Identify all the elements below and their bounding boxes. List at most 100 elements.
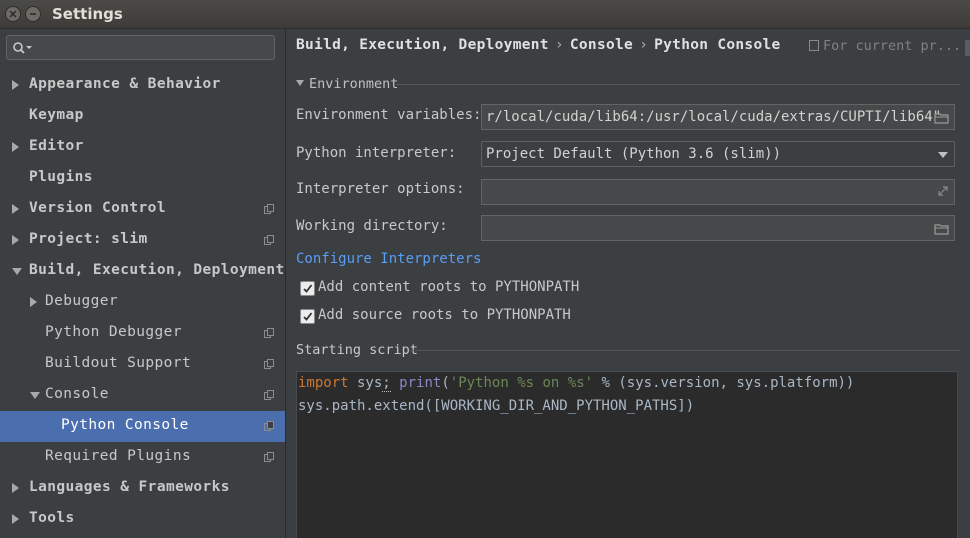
code-string: 'Python %s on %s' bbox=[449, 375, 594, 391]
project-level-icon bbox=[264, 358, 274, 369]
sidebar-item-label: Editor bbox=[29, 138, 84, 154]
sidebar-item[interactable]: Python Debugger bbox=[0, 318, 285, 349]
environment-section-header[interactable]: Environment bbox=[296, 76, 398, 92]
title-bar: Settings bbox=[0, 0, 970, 29]
env-vars-value: r/local/cuda/lib64:/usr/local/cuda/extra… bbox=[486, 109, 942, 125]
scrollbar[interactable] bbox=[965, 40, 970, 56]
chevron-right-icon[interactable] bbox=[12, 142, 19, 152]
env-vars-field[interactable]: r/local/cuda/lib64:/usr/local/cuda/extra… bbox=[481, 104, 955, 130]
breadcrumb-item: Build, Execution, Deployment bbox=[296, 37, 549, 53]
minimize-window-button[interactable] bbox=[25, 6, 41, 22]
python-interpreter-value: Project Default (Python 3.6 (slim)) bbox=[486, 146, 782, 162]
project-level-icon bbox=[264, 451, 274, 462]
breadcrumb-item: Python Console bbox=[654, 37, 781, 53]
sidebar-item[interactable]: Project: slim bbox=[0, 225, 285, 256]
project-level-icon bbox=[264, 389, 274, 400]
sidebar-item-label: Required Plugins bbox=[45, 448, 192, 464]
sidebar-item-label: Keymap bbox=[29, 107, 84, 123]
sidebar-item-label: Console bbox=[45, 386, 109, 402]
sidebar-item-label: Debugger bbox=[45, 293, 119, 309]
divider bbox=[396, 84, 960, 85]
content-roots-label[interactable]: Add content roots to PYTHONPATH bbox=[318, 279, 579, 295]
python-interpreter-label: Python interpreter: bbox=[296, 145, 457, 161]
chevron-right-icon[interactable] bbox=[30, 297, 37, 307]
chevron-right-icon[interactable] bbox=[12, 514, 19, 524]
sidebar-item[interactable]: Version Control bbox=[0, 194, 285, 225]
starting-script-editor[interactable]: import sys; print('Python %s on %s' % (s… bbox=[296, 371, 958, 538]
sidebar-item[interactable]: Buildout Support bbox=[0, 349, 285, 380]
python-interpreter-select[interactable]: Project Default (Python 3.6 (slim)) bbox=[481, 141, 955, 167]
code-text: ; bbox=[382, 375, 391, 392]
settings-sidebar: Appearance & Behavior Keymap Editor Plugins… bbox=[0, 29, 286, 538]
expand-icon[interactable] bbox=[937, 185, 949, 197]
sidebar-item-label: Plugins bbox=[29, 169, 93, 185]
breadcrumb-separator: › bbox=[639, 37, 649, 53]
code-line-2: sys.path.extend([WORKING_DIR_AND_PYTHON_… bbox=[298, 398, 695, 414]
sidebar-item[interactable]: Debugger bbox=[0, 287, 285, 318]
project-level-icon bbox=[264, 203, 274, 214]
project-level-icon bbox=[264, 234, 274, 245]
sidebar-item-label: Buildout Support bbox=[45, 355, 192, 371]
folder-icon[interactable] bbox=[934, 223, 949, 235]
chevron-right-icon[interactable] bbox=[12, 483, 19, 493]
sidebar-item-label: Languages & Frameworks bbox=[29, 479, 230, 495]
checkmark-icon bbox=[303, 284, 313, 293]
close-window-button[interactable] bbox=[5, 6, 21, 22]
sidebar-item-label: Tools bbox=[29, 510, 75, 526]
breadcrumb-separator: › bbox=[554, 37, 564, 53]
code-keyword: import bbox=[298, 375, 349, 391]
sidebar-item[interactable]: Editor bbox=[0, 132, 285, 163]
sidebar-item[interactable]: Console bbox=[0, 380, 285, 411]
sidebar-item-label: Appearance & Behavior bbox=[29, 76, 221, 92]
breadcrumb: Build, Execution, Deployment › Console › Pyt… bbox=[296, 37, 781, 53]
settings-content: Build, Execution, Deployment › Console › Pyt… bbox=[286, 29, 970, 538]
chevron-down-icon bbox=[938, 152, 948, 158]
sidebar-item[interactable]: Build, Execution, Deployment bbox=[0, 256, 285, 287]
sidebar-item-label: Python Console bbox=[61, 417, 189, 433]
project-level-icon bbox=[264, 420, 274, 431]
sidebar-item-label: Python Debugger bbox=[45, 324, 182, 340]
env-vars-label: Environment variables: bbox=[296, 107, 482, 123]
sidebar-item-label: Project: slim bbox=[29, 231, 148, 247]
breadcrumb-item: Console bbox=[569, 37, 634, 53]
chevron-right-icon[interactable] bbox=[12, 80, 19, 90]
divider bbox=[410, 350, 960, 351]
sidebar-item[interactable]: Required Plugins bbox=[0, 442, 285, 473]
folder-icon[interactable] bbox=[934, 112, 949, 124]
chevron-down-icon[interactable] bbox=[12, 268, 22, 275]
search-input[interactable] bbox=[6, 35, 275, 60]
sidebar-item-label: Build, Execution, Deployment bbox=[29, 262, 285, 278]
minimize-icon bbox=[30, 13, 36, 15]
chevron-right-icon[interactable] bbox=[12, 235, 19, 245]
working-directory-label: Working directory: bbox=[296, 218, 448, 234]
for-current-project-label: For current pr... bbox=[809, 38, 961, 54]
sidebar-item-label: Version Control bbox=[29, 200, 166, 216]
working-directory-field[interactable] bbox=[481, 215, 955, 241]
source-roots-label[interactable]: Add source roots to PYTHONPATH bbox=[318, 307, 571, 323]
sidebar-item[interactable]: Python Console bbox=[0, 411, 285, 442]
sidebar-item[interactable]: Keymap bbox=[0, 101, 285, 132]
chevron-right-icon[interactable] bbox=[12, 204, 19, 214]
content-roots-checkbox[interactable] bbox=[300, 281, 315, 296]
starting-script-header: Starting script bbox=[296, 342, 418, 358]
chevron-down-icon[interactable] bbox=[30, 392, 40, 399]
sidebar-item[interactable]: Tools bbox=[0, 504, 285, 535]
code-builtin: print bbox=[399, 375, 442, 391]
code-line-1: import sys; print('Python %s on %s' % (s… bbox=[298, 375, 855, 392]
for-current-text: For current pr... bbox=[823, 38, 962, 54]
project-level-icon bbox=[264, 327, 274, 338]
window-title: Settings bbox=[52, 5, 123, 23]
search-icon bbox=[13, 42, 32, 54]
checkmark-icon bbox=[303, 312, 313, 321]
collapse-triangle-icon bbox=[296, 80, 304, 86]
sidebar-item[interactable]: Languages & Frameworks bbox=[0, 473, 285, 504]
close-icon bbox=[9, 10, 17, 18]
code-text: % (sys.version, sys.platform)) bbox=[593, 375, 855, 391]
configure-interpreters-link[interactable]: Configure Interpreters bbox=[296, 251, 481, 267]
sidebar-item[interactable]: Appearance & Behavior bbox=[0, 70, 285, 101]
code-text: ( bbox=[441, 375, 450, 391]
interpreter-options-field[interactable] bbox=[481, 179, 955, 205]
source-roots-checkbox[interactable] bbox=[300, 309, 315, 324]
sidebar-item[interactable]: Plugins bbox=[0, 163, 285, 194]
